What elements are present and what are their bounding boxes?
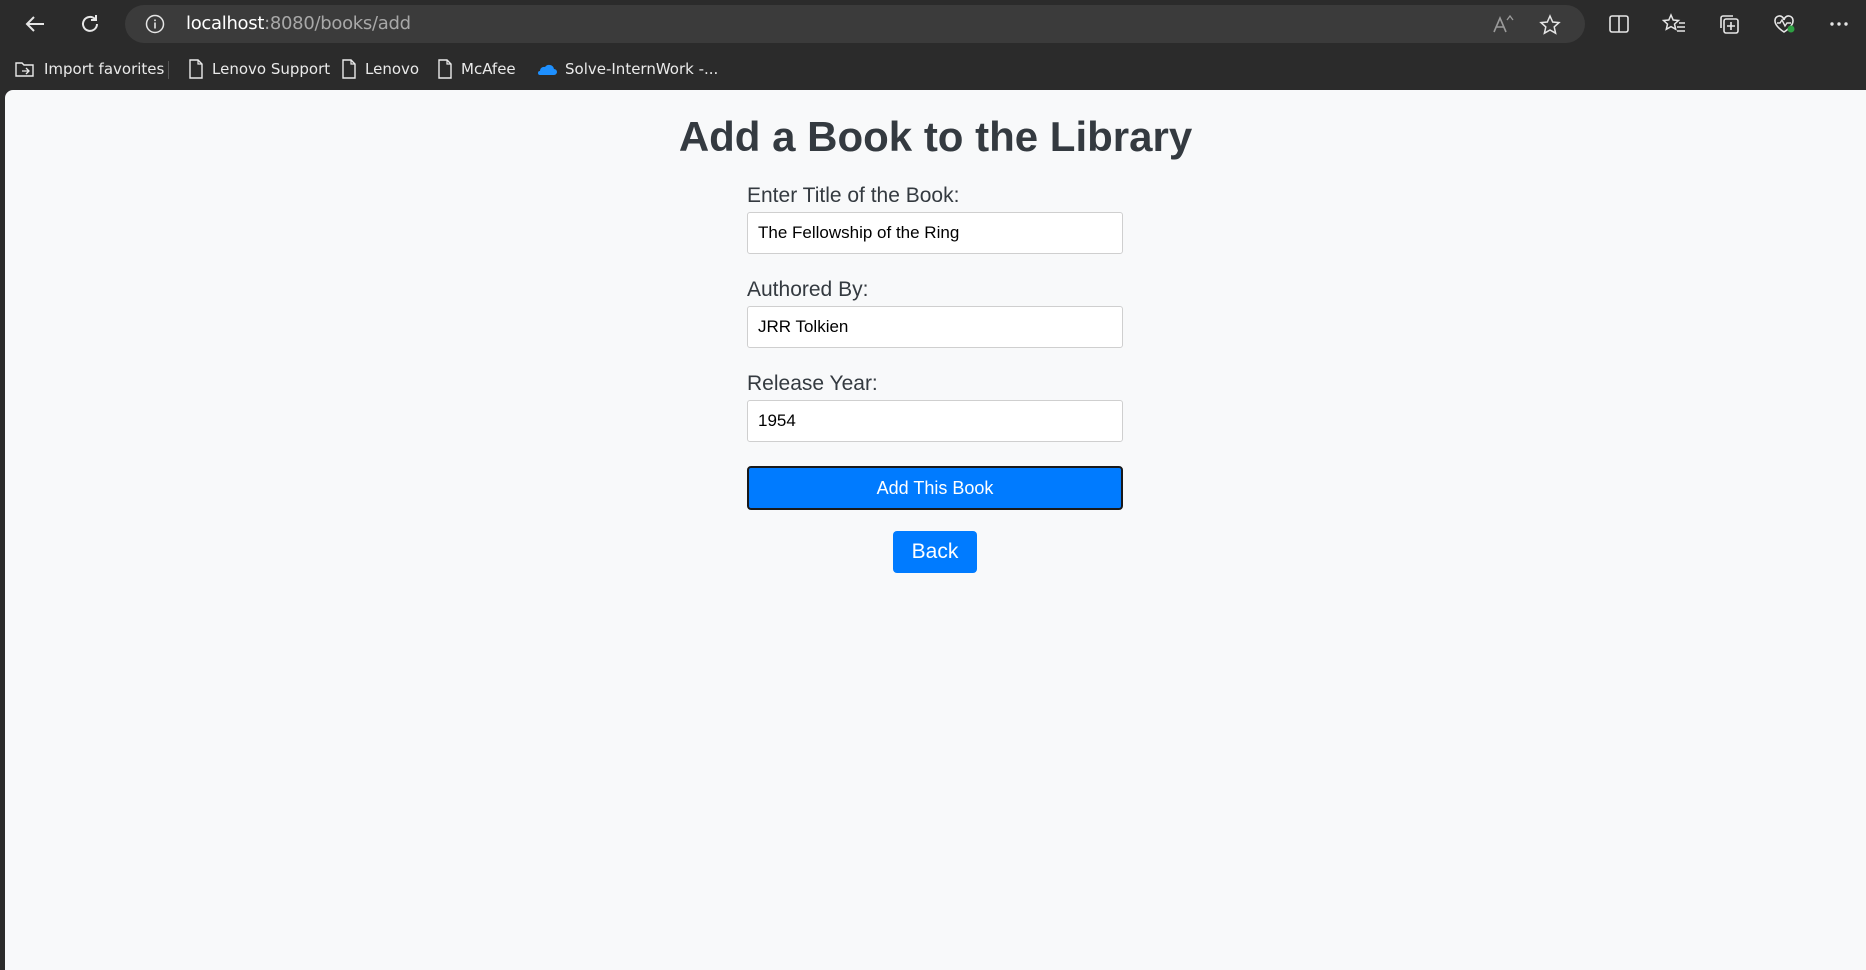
page-viewport: Add a Book to the Library Enter Title of… xyxy=(5,90,1866,970)
bookmark-lenovo-support[interactable]: Lenovo Support xyxy=(188,58,330,80)
browser-toolbar: localhost:8080/books/add xyxy=(0,0,1866,48)
bookmark-lenovo[interactable]: Lenovo xyxy=(341,58,419,80)
bookmark-mcafee[interactable]: McAfee xyxy=(437,58,516,80)
add-book-form: Enter Title of the Book: Authored By: Re… xyxy=(747,184,1123,510)
address-bar[interactable]: localhost:8080/books/add xyxy=(125,5,1585,43)
page-icon xyxy=(342,59,356,79)
page-title: Add a Book to the Library xyxy=(678,113,1193,160)
split-screen-icon[interactable] xyxy=(1599,4,1639,44)
collections-icon[interactable] xyxy=(1709,4,1749,44)
bookmark-label: Solve-InternWork -... xyxy=(565,60,719,78)
browser-essentials-icon[interactable] xyxy=(1764,4,1804,44)
site-info-icon[interactable] xyxy=(145,14,165,34)
favorite-star-icon[interactable] xyxy=(1539,14,1561,36)
bookmark-label: Lenovo xyxy=(365,60,420,78)
import-icon xyxy=(15,62,34,77)
page-icon xyxy=(438,59,452,79)
favorites-icon[interactable] xyxy=(1654,4,1694,44)
bookmark-separator xyxy=(168,61,169,79)
bookmark-solve-internwork[interactable]: Solve-InternWork -... xyxy=(535,58,718,80)
author-input[interactable] xyxy=(747,306,1123,348)
url-text[interactable]: localhost:8080/books/add xyxy=(186,5,411,43)
url-path: :8080/books/add xyxy=(264,13,411,34)
year-label: Release Year: xyxy=(747,372,878,395)
url-host: localhost xyxy=(186,13,265,34)
year-input[interactable] xyxy=(747,400,1123,442)
bookmark-label: Lenovo Support xyxy=(212,60,331,78)
title-label: Enter Title of the Book: xyxy=(747,184,960,207)
back-arrow-icon[interactable] xyxy=(15,4,55,44)
read-aloud-icon[interactable] xyxy=(1492,14,1514,36)
onedrive-icon xyxy=(538,64,557,75)
bookmark-label: McAfee xyxy=(461,60,516,78)
bookmark-import-favorites[interactable]: Import favorites xyxy=(14,58,164,80)
page-icon xyxy=(189,59,203,79)
bookmark-label: Import favorites xyxy=(44,60,165,78)
more-menu-icon[interactable] xyxy=(1819,4,1859,44)
back-button[interactable]: Back xyxy=(893,531,977,573)
bookmarks-bar: Import favorites Lenovo Support Lenovo M… xyxy=(0,48,1866,90)
title-input[interactable] xyxy=(747,212,1123,254)
refresh-icon[interactable] xyxy=(70,4,110,44)
author-label: Authored By: xyxy=(747,278,869,301)
add-book-button[interactable]: Add This Book xyxy=(747,466,1123,510)
